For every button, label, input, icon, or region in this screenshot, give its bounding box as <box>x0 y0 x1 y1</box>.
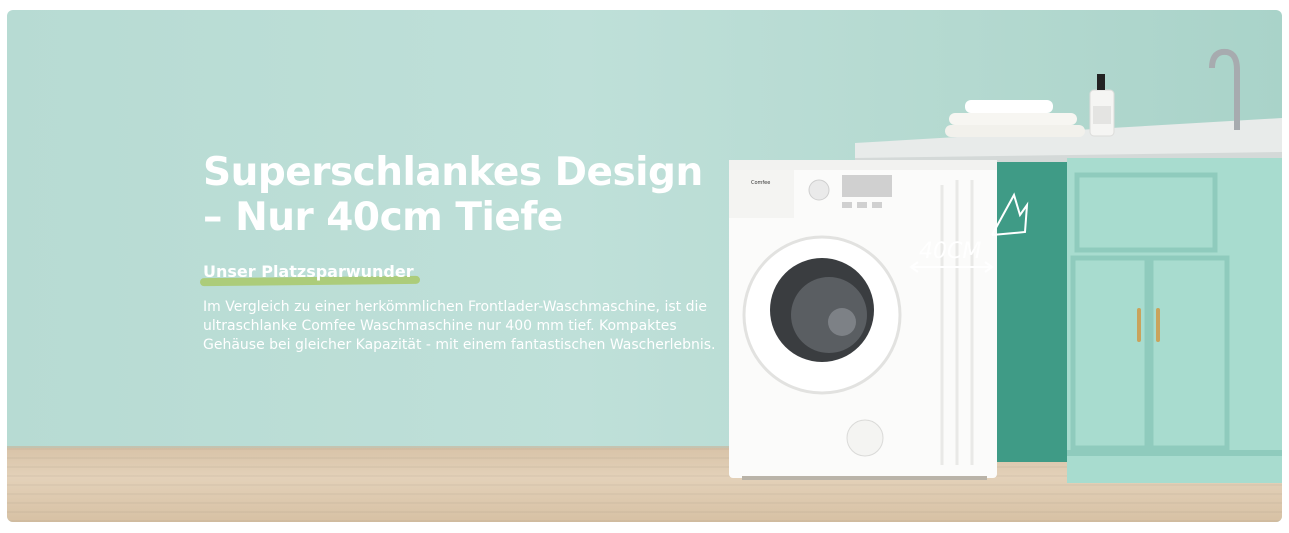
headline-line-2: – Nur 40cm Tiefe <box>203 195 563 240</box>
depth-annotation-text: 40CM <box>919 239 981 264</box>
cabinet-plinth <box>1067 450 1282 456</box>
soap-pump <box>1097 74 1105 90</box>
towel-middle <box>949 113 1077 125</box>
brand-label: Comfee <box>751 180 770 186</box>
cabinet <box>1067 158 1282 483</box>
subheading: Unser Platzsparwunder <box>203 262 414 281</box>
towel-top <box>965 100 1053 113</box>
detergent-drawer <box>729 170 794 218</box>
faucet <box>1209 48 1240 130</box>
hero-banner: Comfee 40CM Superschlankes Design – Nur … <box>7 10 1282 522</box>
machine-feet <box>742 476 987 480</box>
cabinet-recess <box>992 162 1067 462</box>
filter-cap <box>846 419 884 457</box>
hero-text-block: Superschlankes Design – Nur 40cm Tiefe U… <box>199 150 723 355</box>
door-handle-right <box>1156 308 1160 342</box>
soap-label <box>1093 106 1111 124</box>
hero-description: Im Vergleich zu einer herkömmlichen Fron… <box>203 299 716 353</box>
hero-headline: Superschlankes Design – Nur 40cm Tiefe <box>203 150 723 240</box>
drum <box>791 277 867 353</box>
subheading-wrap: Unser Platzsparwunder <box>199 262 420 287</box>
program-dial <box>808 179 830 201</box>
headline-line-1: Superschlankes Design <box>203 150 703 195</box>
towel-bottom <box>945 125 1085 137</box>
door-handle-left <box>1137 308 1141 342</box>
